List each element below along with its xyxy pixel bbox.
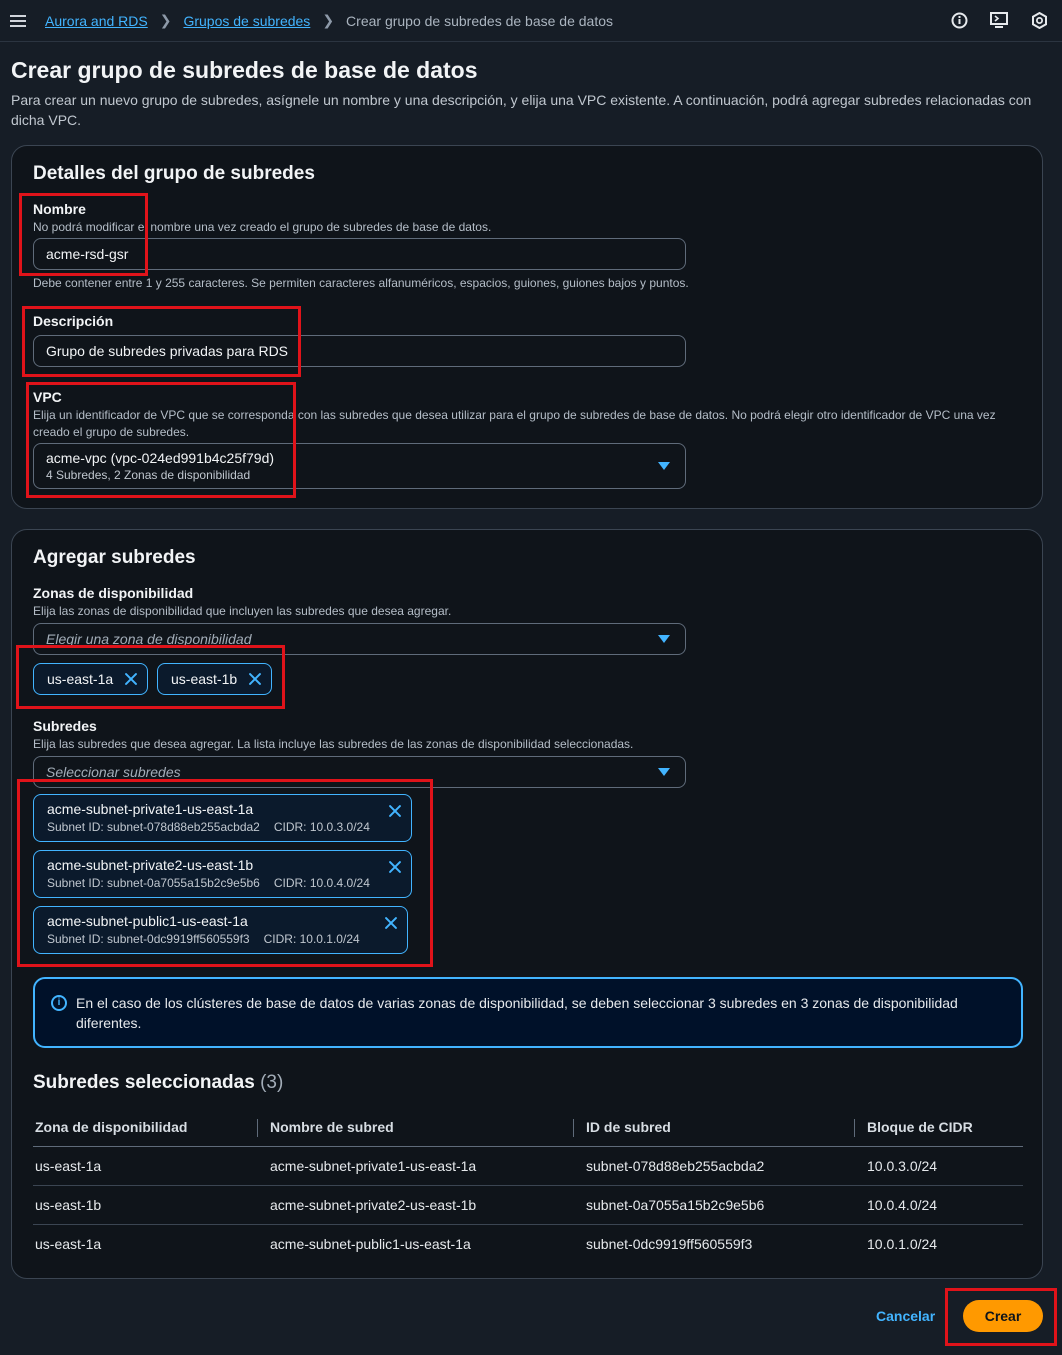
caret-down-icon <box>658 462 670 470</box>
cell-subnet-id: subnet-0a7055a15b2c9e5b6 <box>584 1185 865 1225</box>
name-hint: No podrá modificar el nombre una vez cre… <box>33 220 492 234</box>
subnets-label: Subredes <box>33 718 97 734</box>
cell-cidr: 10.0.3.0/24 <box>865 1146 1023 1186</box>
close-icon[interactable] <box>124 672 138 686</box>
multi-az-info-alert: i En el caso de los clústeres de base de… <box>33 977 1023 1048</box>
subnet-group-details-card: Detalles del grupo de subredes Nombre No… <box>11 145 1043 509</box>
page-description: Para crear un nuevo grupo de subredes, a… <box>11 92 1032 128</box>
cell-subnet-name: acme-subnet-private2-us-east-1b <box>268 1185 584 1225</box>
vpc-value: acme-vpc (vpc-024ed991b4c25f79d) <box>46 450 275 466</box>
cell-subnet-name: acme-subnet-private1-us-east-1a <box>268 1146 584 1186</box>
subnet-token: acme-subnet-public1-us-east-1a Subnet ID… <box>33 906 408 954</box>
caret-down-icon <box>658 768 670 776</box>
cell-az: us-east-1b <box>33 1185 268 1225</box>
description-label: Descripción <box>33 313 114 329</box>
subnet-token-cidr: CIDR: 10.0.4.0/24 <box>273 876 370 890</box>
cell-az: us-east-1a <box>35 1235 102 1252</box>
az-token-label: us-east-1b <box>171 671 238 687</box>
subnets-placeholder: Seleccionar subredes <box>46 764 181 780</box>
az-token-label: us-east-1a <box>47 671 114 687</box>
az-label: Zonas de disponibilidad <box>33 585 194 601</box>
selected-subnets-title: Subredes seleccionadas (3) <box>33 1072 283 1094</box>
selected-subnets-count: (3) <box>260 1072 284 1093</box>
caret-down-icon <box>658 635 670 643</box>
column-header-subnet-name[interactable]: Nombre de subred <box>257 1108 584 1147</box>
subnets-hint: Elija las subredes que desea agregar. La… <box>33 737 634 751</box>
subnet-token-cidr: CIDR: 10.0.3.0/24 <box>273 820 370 834</box>
column-header-cidr[interactable]: Bloque de CIDR <box>854 1108 1023 1147</box>
cloudshell-icon[interactable] <box>990 11 1008 29</box>
az-select[interactable]: Elegir una zona de disponibilidad <box>33 623 686 655</box>
az-token-us-east-1a: us-east-1a <box>33 663 148 695</box>
vpc-hint: Elija un identificador de VPC que se cor… <box>33 408 996 439</box>
breadcrumb-current: Crear grupo de subredes de base de datos <box>346 12 614 29</box>
vpc-label: VPC <box>33 389 62 405</box>
az-hint: Elija las zonas de disponibilidad que in… <box>33 604 452 618</box>
info-text: En el caso de los clústeres de base de d… <box>76 995 958 1031</box>
table-header-row: Zona de disponibilidad Nombre de subred … <box>33 1108 1023 1147</box>
name-value: acme-rsd-gsr <box>46 246 129 262</box>
close-icon[interactable] <box>248 672 262 686</box>
subnet-token-id: Subnet ID: subnet-0dc9919ff560559f3 <box>47 932 250 946</box>
add-subnets-title: Agregar subredes <box>33 547 196 568</box>
breadcrumb: Aurora and RDS ❯ Grupos de subredes ❯ Cr… <box>45 12 613 29</box>
subnet-token-id: Subnet ID: subnet-0a7055a15b2c9e5b6 <box>47 876 260 890</box>
add-subnets-card: Agregar subredes Zonas de disponibilidad… <box>11 529 1043 1279</box>
name-constraint: Debe contener entre 1 y 255 caracteres. … <box>33 276 689 290</box>
subnet-token: acme-subnet-private2-us-east-1b Subnet I… <box>33 850 412 898</box>
subnet-token-cidr: CIDR: 10.0.1.0/24 <box>263 932 360 946</box>
settings-hex-icon[interactable] <box>1030 11 1048 29</box>
breadcrumb-subnet-groups[interactable]: Grupos de subredes <box>183 13 310 29</box>
selected-subnets-table: Zona de disponibilidad Nombre de subred … <box>33 1108 1023 1263</box>
page-title: Crear grupo de subredes de base de datos <box>11 57 478 83</box>
az-placeholder: Elegir una zona de disponibilidad <box>46 631 252 647</box>
description-input[interactable]: Grupo de subredes privadas para RDS <box>33 335 686 367</box>
cell-subnet-name: acme-subnet-public1-us-east-1a <box>270 1235 471 1252</box>
column-header-az[interactable]: Zona de disponibilidad <box>33 1108 268 1147</box>
selected-subnets-heading: Subredes seleccionadas <box>33 1072 255 1093</box>
vpc-select[interactable]: acme-vpc (vpc-024ed991b4c25f79d) 4 Subre… <box>33 443 686 489</box>
breadcrumb-aurora-rds[interactable]: Aurora and RDS <box>45 13 148 29</box>
subnet-token-name: acme-subnet-private2-us-east-1b <box>47 857 254 873</box>
cell-subnet-id: subnet-078d88eb255acbda2 <box>584 1146 865 1186</box>
name-label: Nombre <box>33 201 86 217</box>
column-header-subnet-id[interactable]: ID de subred <box>573 1108 865 1147</box>
cancel-button[interactable]: Cancelar <box>876 1308 935 1324</box>
cell-az: us-east-1a <box>33 1146 268 1186</box>
info-icon: i <box>51 995 67 1011</box>
subnet-token-name: acme-subnet-public1-us-east-1a <box>47 913 248 929</box>
table-row: us-east-1a acme-subnet-private1-us-east-… <box>33 1146 1023 1186</box>
info-circle-icon[interactable] <box>950 11 968 29</box>
chevron-right-icon: ❯ <box>159 12 172 28</box>
table-row: us-east-1a acme-subnet-public1-us-east-1… <box>33 1224 1023 1263</box>
cell-cidr: 10.0.1.0/24 <box>867 1235 938 1252</box>
description-value: Grupo de subredes privadas para RDS <box>46 343 289 359</box>
close-icon[interactable] <box>388 860 402 874</box>
subnets-select[interactable]: Seleccionar subredes <box>33 756 686 788</box>
menu-icon[interactable] <box>10 14 26 27</box>
table-row: us-east-1b acme-subnet-private2-us-east-… <box>33 1185 1023 1225</box>
subnet-token-id: Subnet ID: subnet-078d88eb255acbda2 <box>47 820 260 834</box>
subnet-token: acme-subnet-private1-us-east-1a Subnet I… <box>33 794 412 842</box>
subnet-token-name: acme-subnet-private1-us-east-1a <box>47 801 254 817</box>
close-icon[interactable] <box>388 804 402 818</box>
name-input[interactable]: acme-rsd-gsr <box>33 238 686 270</box>
chevron-right-icon: ❯ <box>322 12 335 28</box>
top-bar: Aurora and RDS ❯ Grupos de subredes ❯ Cr… <box>0 0 1062 42</box>
details-title: Detalles del grupo de subredes <box>33 163 315 184</box>
close-icon[interactable] <box>384 916 398 930</box>
create-button[interactable]: Crear <box>963 1300 1043 1332</box>
cell-subnet-id: subnet-0dc9919ff560559f3 <box>586 1235 753 1252</box>
az-token-us-east-1b: us-east-1b <box>157 663 272 695</box>
cell-cidr: 10.0.4.0/24 <box>865 1185 1023 1225</box>
vpc-subtext: 4 Subredes, 2 Zonas de disponibilidad <box>46 468 251 482</box>
